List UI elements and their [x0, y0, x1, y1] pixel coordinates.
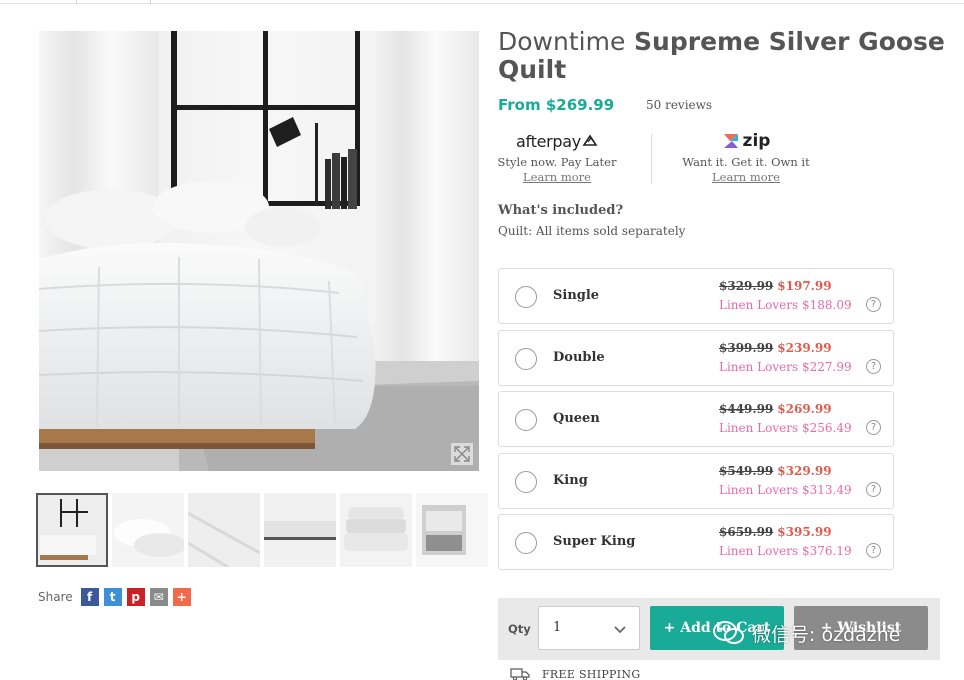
- share-label: Share: [38, 590, 73, 604]
- price-row: $329.99 $197.99: [719, 279, 832, 293]
- reviews-link[interactable]: 50 reviews: [646, 98, 712, 112]
- whats-included-heading: What's included?: [498, 203, 624, 218]
- watermark: 微信号: ozdazhe: [712, 618, 900, 648]
- question-icon[interactable]: ?: [866, 297, 881, 312]
- expand-icon[interactable]: [451, 443, 473, 465]
- size-option-king[interactable]: King $549.99 $329.99 Linen Lovers $313.49…: [498, 453, 894, 509]
- sale-price: $269.99: [777, 402, 832, 416]
- thumbnail-packaging[interactable]: [416, 493, 488, 567]
- free-shipping-note: FREE SHIPPING: [510, 666, 640, 680]
- chevron-down-icon: [614, 626, 626, 634]
- question-icon[interactable]: ?: [866, 359, 881, 374]
- radio-button[interactable]: [515, 532, 537, 554]
- size-option-super-king[interactable]: Super King $659.99 $395.99 Linen Lovers $…: [498, 514, 894, 570]
- thumbnail-stitching[interactable]: [264, 493, 336, 567]
- size-label: Queen: [553, 411, 600, 426]
- thumbnail-folded[interactable]: [340, 493, 412, 567]
- member-price-row: Linen Lovers $256.49: [719, 421, 852, 435]
- question-icon[interactable]: ?: [866, 482, 881, 497]
- member-price: $227.99: [801, 360, 852, 374]
- member-price: $188.09: [801, 298, 852, 312]
- zip-block: zip Want it. Get it. Own it Learn more: [666, 130, 826, 184]
- more-share-button[interactable]: +: [172, 588, 191, 606]
- original-price: $659.99: [719, 525, 774, 539]
- zip-tagline: Want it. Get it. Own it: [682, 155, 810, 169]
- top-divider-tick: [76, 0, 77, 4]
- afterpay-tagline: Style now. Pay Later: [497, 155, 617, 169]
- thumbnail-strip: [36, 493, 488, 567]
- member-price: $313.49: [801, 483, 852, 497]
- free-shipping-label: FREE SHIPPING: [542, 667, 641, 680]
- member-price-row: Linen Lovers $188.09: [719, 298, 852, 312]
- truck-icon: [510, 668, 530, 680]
- size-option-queen[interactable]: Queen $449.99 $269.99 Linen Lovers $256.4…: [498, 391, 894, 447]
- afterpay-block: afterpay Style now. Pay Later Learn more: [477, 130, 637, 185]
- sale-price: $395.99: [777, 525, 832, 539]
- member-price-row: Linen Lovers $313.49: [719, 483, 852, 497]
- size-label: Single: [553, 288, 600, 303]
- member-price-row: Linen Lovers $227.99: [719, 360, 852, 374]
- radio-button[interactable]: [515, 286, 537, 308]
- afterpay-arrows-icon: [582, 134, 598, 146]
- zip-learn-more-link[interactable]: Learn more: [666, 170, 826, 184]
- thumbnail-bedroom[interactable]: [36, 493, 108, 567]
- qty-label: Qty: [508, 622, 531, 636]
- member-price: $256.49: [801, 421, 852, 435]
- price-from: From $269.99: [498, 96, 615, 114]
- size-label: King: [553, 473, 588, 488]
- price-row: $549.99 $329.99: [719, 464, 832, 478]
- facebook-share-button[interactable]: f: [80, 588, 99, 606]
- price-row: $659.99 $395.99: [719, 525, 832, 539]
- member-label: Linen Lovers: [719, 544, 799, 558]
- sale-price: $197.99: [777, 279, 832, 293]
- share-bar: Share f t p ✉ +: [38, 587, 196, 607]
- original-price: $549.99: [719, 464, 774, 478]
- member-price-row: Linen Lovers $376.19: [719, 544, 852, 558]
- original-price: $449.99: [719, 402, 774, 416]
- zip-logo: zip: [666, 130, 826, 152]
- radio-button[interactable]: [515, 348, 537, 370]
- whats-included-text: Quilt: All items sold separately: [498, 224, 686, 238]
- radio-button[interactable]: [515, 471, 537, 493]
- size-label: Super King: [553, 534, 636, 549]
- size-option-single[interactable]: Single $329.99 $197.99 Linen Lovers $188.…: [498, 268, 894, 324]
- quantity-value: 1: [553, 620, 562, 635]
- email-share-button[interactable]: ✉: [149, 588, 168, 606]
- zip-mark-icon: [723, 134, 738, 148]
- radio-button[interactable]: [515, 409, 537, 431]
- member-label: Linen Lovers: [719, 298, 799, 312]
- price-row: $449.99 $269.99: [719, 402, 832, 416]
- pinterest-share-button[interactable]: p: [126, 588, 145, 606]
- top-divider: [0, 3, 964, 4]
- member-label: Linen Lovers: [719, 483, 799, 497]
- twitter-share-button[interactable]: t: [103, 588, 122, 606]
- quantity-select[interactable]: 1: [538, 606, 640, 650]
- top-divider-tick: [150, 0, 151, 4]
- member-label: Linen Lovers: [719, 421, 799, 435]
- product-main-image[interactable]: [39, 31, 479, 471]
- product-brand: Downtime: [498, 27, 626, 56]
- sale-price: $239.99: [777, 341, 832, 355]
- afterpay-learn-more-link[interactable]: Learn more: [477, 170, 637, 184]
- member-label: Linen Lovers: [719, 360, 799, 374]
- wechat-icon: [713, 621, 744, 644]
- product-title: Downtime Supreme Silver Goose Quilt: [498, 28, 958, 84]
- size-label: Double: [553, 350, 605, 365]
- thumbnail-pillows[interactable]: [112, 493, 184, 567]
- question-icon[interactable]: ?: [866, 420, 881, 435]
- watermark-text: 微信号: ozdazhe: [752, 623, 901, 646]
- size-option-double[interactable]: Double $399.99 $239.99 Linen Lovers $227.…: [498, 330, 894, 386]
- question-icon[interactable]: ?: [866, 543, 881, 558]
- original-price: $329.99: [719, 279, 774, 293]
- payment-divider: [651, 134, 652, 184]
- original-price: $399.99: [719, 341, 774, 355]
- member-price: $376.19: [801, 544, 852, 558]
- afterpay-logo: afterpay: [477, 130, 637, 152]
- thumbnail-fabric[interactable]: [188, 493, 260, 567]
- sale-price: $329.99: [777, 464, 832, 478]
- price-row: $399.99 $239.99: [719, 341, 832, 355]
